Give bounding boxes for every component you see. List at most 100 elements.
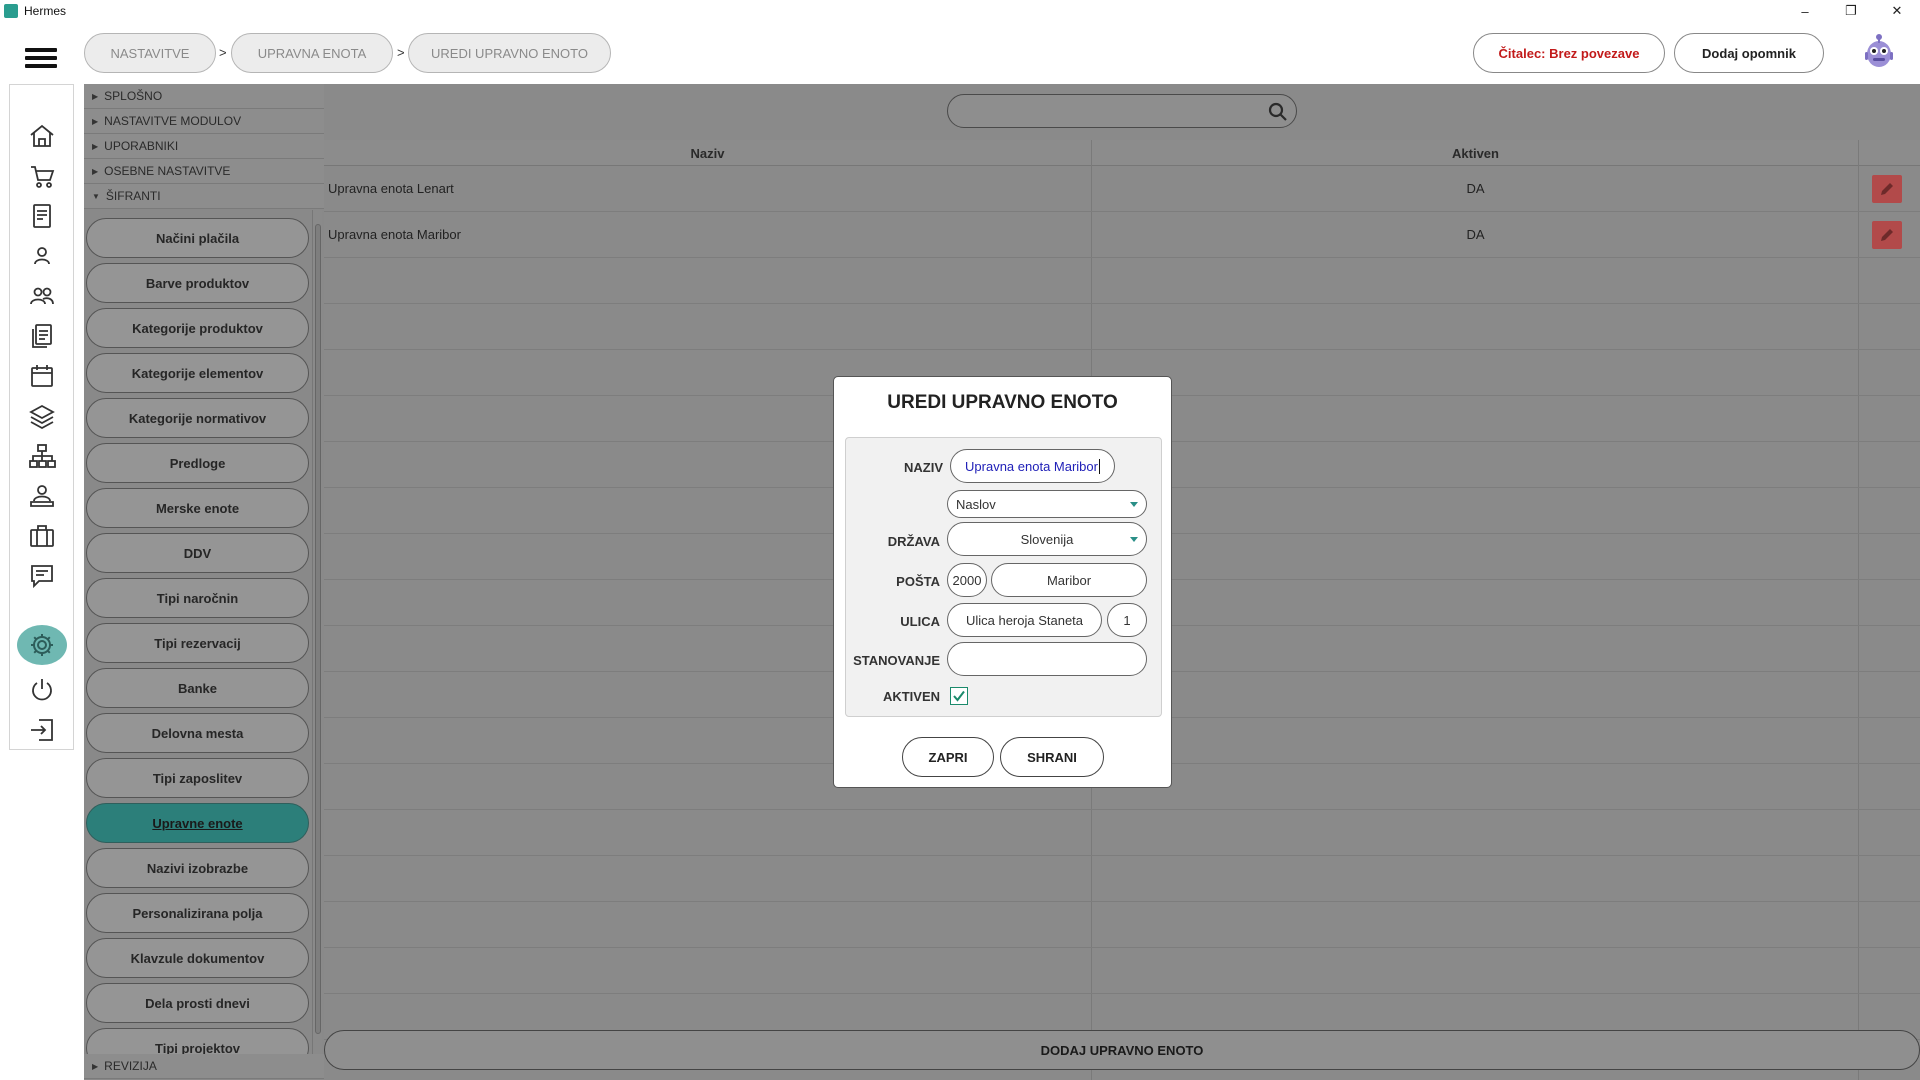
nav-item-dela-prosti-dnevi[interactable]: Dela prosti dnevi [86,983,309,1023]
nav-item-banke[interactable]: Banke [86,668,309,708]
house-number-input[interactable]: 1 [1107,603,1147,637]
close-window-button[interactable]: ✕ [1874,0,1920,22]
nav-section-splosno[interactable]: ▶ SPLOŠNO [84,84,324,109]
nav-item-klavzule-dokumentov[interactable]: Klavzule dokumentov [86,938,309,978]
search-icon[interactable] [1268,102,1288,122]
nav-section-osebne-nastavitve[interactable]: ▶ OSEBNE NASTAVITVE [84,159,324,184]
save-button[interactable]: SHRANI [1000,737,1104,777]
empty-table-row [324,948,1920,994]
mascot-avatar-icon[interactable] [1860,32,1898,72]
nav-section-nastavitve-modulov[interactable]: ▶ NASTAVITVE MODULOV [84,109,324,134]
empty-table-row [324,810,1920,856]
drzava-select[interactable]: Slovenija [947,522,1147,556]
icon-sidebar [9,84,74,750]
nav-item-tipi-narocnin[interactable]: Tipi naročnin [86,578,309,618]
expand-triangle-icon: ▶ [92,1061,99,1071]
chevron-down-icon [1130,537,1138,542]
drzava-value: Slovenija [1020,531,1074,547]
hamburger-menu-icon[interactable] [25,48,57,68]
nav-item-nacini-placila[interactable]: Načini plačila [86,218,309,258]
stanovanje-input[interactable] [947,642,1147,676]
nav-scrollbar-thumb[interactable] [315,224,321,1034]
empty-table-row [324,304,1920,350]
chevron-down-icon [1130,502,1138,507]
restore-button[interactable]: ❐ [1828,0,1874,22]
breadcrumb-nastavitve[interactable]: NASTAVITVE [84,33,216,73]
layers-icon[interactable] [25,399,59,433]
nav-item-upravne-enote[interactable]: Upravne enote [86,803,309,843]
checkmark-icon [953,690,965,702]
text-caret [1098,458,1100,474]
breadcrumb-uredi-upravno-enoto[interactable]: UREDI UPRAVNO ENOTO [408,33,611,73]
nav-item-tipi-zaposlitev[interactable]: Tipi zaposlitev [86,758,309,798]
postal-code-input[interactable]: 2000 [947,563,987,597]
table-row[interactable]: Upravna enota Lenart DA [324,166,1920,212]
naziv-input[interactable]: Upravna enota Maribor [950,449,1115,483]
nav-section-label: ŠIFRANTI [105,189,161,203]
cart-icon[interactable] [25,159,59,193]
home-icon[interactable] [25,119,59,153]
table-row[interactable]: Upravna enota Maribor DA [324,212,1920,258]
cell-aktiven: DA [1466,227,1485,242]
pencil-icon [1881,183,1893,195]
documents-icon[interactable] [25,319,59,353]
settings-nav-panel: ▶ SPLOŠNO ▶ NASTAVITVE MODULOV ▶ UPORABNIKI… [84,84,324,1080]
nav-item-predloge[interactable]: Predloge [86,443,309,483]
table-header: Naziv Aktiven [324,140,1920,166]
aktiven-checkbox[interactable] [950,687,968,705]
cell-naziv: Upravna enota Lenart [328,181,454,196]
top-header: NASTAVITVE > UPRAVNA ENOTA > UREDI UPRAV… [0,22,1920,84]
power-icon[interactable] [25,673,59,707]
column-header-aktiven[interactable]: Aktiven [1092,146,1859,161]
nav-section-revizija[interactable]: ▶ REVIZIJA [84,1054,324,1079]
search-input[interactable] [947,94,1297,128]
user-desk-icon[interactable] [25,479,59,513]
nav-section-label: REVIZIJA [104,1059,157,1073]
expand-triangle-icon: ▶ [92,91,99,101]
sifranti-list: Načini plačila Barve produktov Kategorij… [84,210,324,1054]
nav-item-kategorije-normativov[interactable]: Kategorije normativov [86,398,309,438]
nav-item-nazivi-izobrazbe[interactable]: Nazivi izobrazbe [86,848,309,888]
nav-section-uporabniki[interactable]: ▶ UPORABNIKI [84,134,324,159]
person-icon[interactable] [25,239,59,273]
edit-row-button[interactable] [1872,221,1902,249]
nav-item-ddv[interactable]: DDV [86,533,309,573]
close-button[interactable]: ZAPRI [902,737,994,777]
naziv-input-value: Upravna enota Maribor [965,458,1098,474]
empty-table-row [324,258,1920,304]
hierarchy-icon[interactable] [25,439,59,473]
nav-section-sifranti[interactable]: ▼ ŠIFRANTI [84,184,324,209]
calendar-icon[interactable] [25,359,59,393]
nav-item-tipi-projektov[interactable]: Tipi projektov [86,1028,309,1054]
add-reminder-button[interactable]: Dodaj opomnik [1674,33,1824,73]
reader-status-button[interactable]: Čitalec: Brez povezave [1473,33,1665,73]
nav-item-delovna-mesta[interactable]: Delovna mesta [86,713,309,753]
city-input[interactable]: Maribor [991,563,1147,597]
add-upravna-enota-button[interactable]: DODAJ UPRAVNO ENOTO [324,1030,1920,1070]
nav-item-merske-enote[interactable]: Merske enote [86,488,309,528]
app-title: Hermes [24,4,67,18]
nav-item-barve-produktov[interactable]: Barve produktov [86,263,309,303]
address-type-value: Naslov [956,496,996,512]
edit-row-button[interactable] [1872,175,1902,203]
empty-table-row [324,856,1920,902]
nav-item-tipi-rezervacij[interactable]: Tipi rezervacij [86,623,309,663]
nav-item-kategorije-elementov[interactable]: Kategorije elementov [86,353,309,393]
settings-gear-icon[interactable] [17,625,67,665]
nav-item-personalizirana-polja[interactable]: Personalizirana polja [86,893,309,933]
document-icon[interactable] [25,199,59,233]
nav-section-label: NASTAVITVE MODULOV [104,114,242,128]
street-input[interactable]: Ulica heroja Staneta [947,603,1102,637]
briefcase-icon[interactable] [25,519,59,553]
people-icon[interactable] [25,279,59,313]
label-ulica: ULICA [900,614,940,629]
minimize-button[interactable]: – [1782,0,1828,22]
nav-item-kategorije-produktov[interactable]: Kategorije produktov [86,308,309,348]
chat-icon[interactable] [25,559,59,593]
column-header-naziv[interactable]: Naziv [324,146,1091,161]
logout-icon[interactable] [25,713,59,747]
address-type-select[interactable]: Naslov [947,490,1147,518]
breadcrumb-upravna-enota[interactable]: UPRAVNA ENOTA [231,33,393,73]
label-drzava: DRŽAVA [887,534,940,549]
nav-scrollbar[interactable] [312,210,322,1054]
